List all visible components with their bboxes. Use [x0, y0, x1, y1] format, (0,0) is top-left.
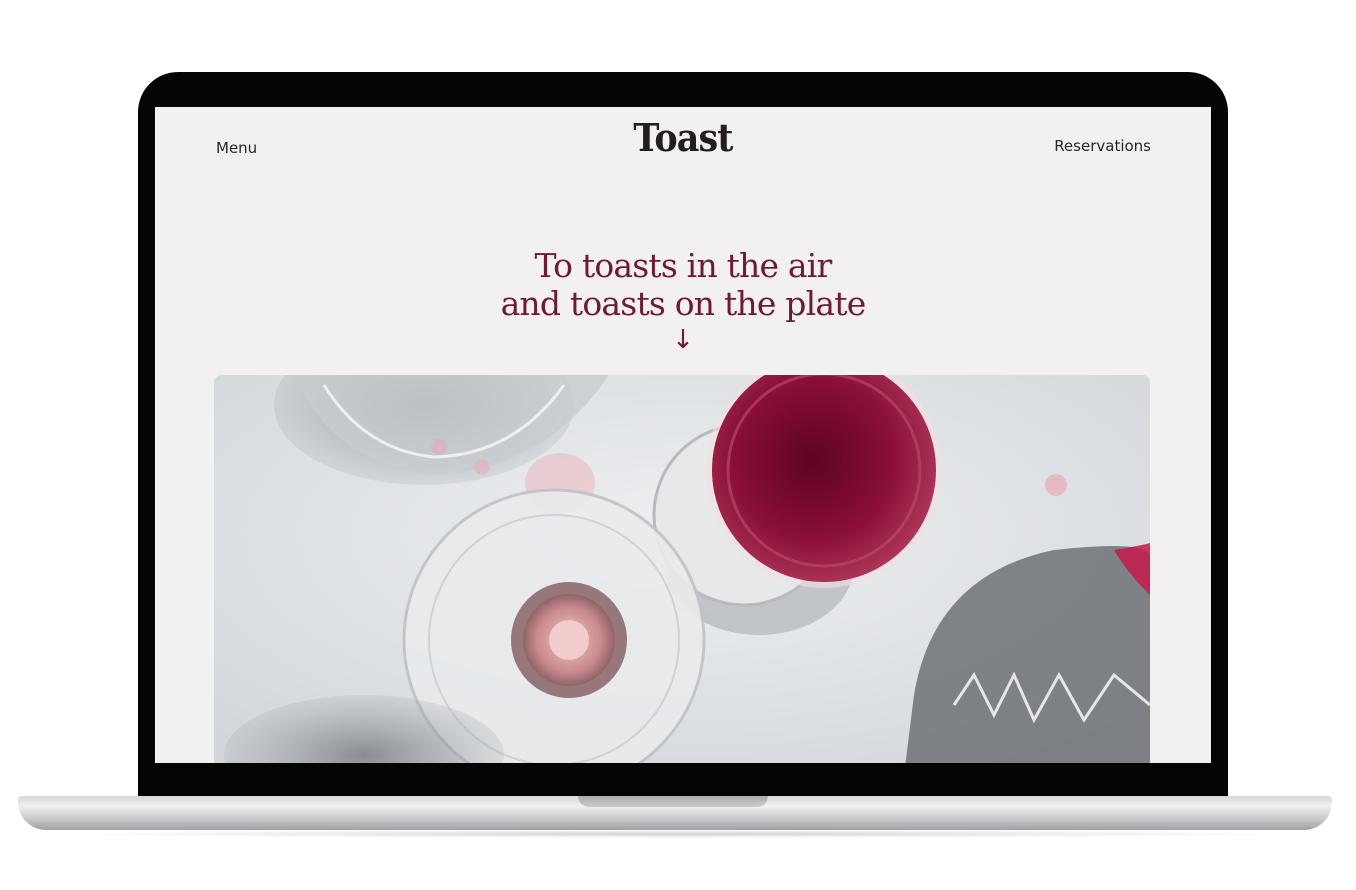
headline-line-1: To toasts in the air [534, 246, 832, 285]
logo-text: Toast [633, 115, 733, 160]
laptop-shadow [60, 830, 1296, 838]
site-logo[interactable]: Toast [155, 119, 1211, 157]
wine-glasses-photo-icon [214, 375, 1150, 763]
laptop-mockup: Menu Toast Reservations To toasts in the… [0, 0, 1356, 890]
laptop-notch [578, 796, 768, 807]
scroll-down-arrow-icon[interactable]: ↓ [155, 327, 1211, 353]
hero-image [214, 375, 1150, 763]
reservations-link[interactable]: Reservations [1054, 137, 1151, 155]
headline-line-2: and toasts on the plate [500, 284, 867, 323]
laptop-screen: Menu Toast Reservations To toasts in the… [155, 107, 1211, 763]
hero-headline: To toasts in the air and toasts on the p… [155, 247, 1211, 323]
